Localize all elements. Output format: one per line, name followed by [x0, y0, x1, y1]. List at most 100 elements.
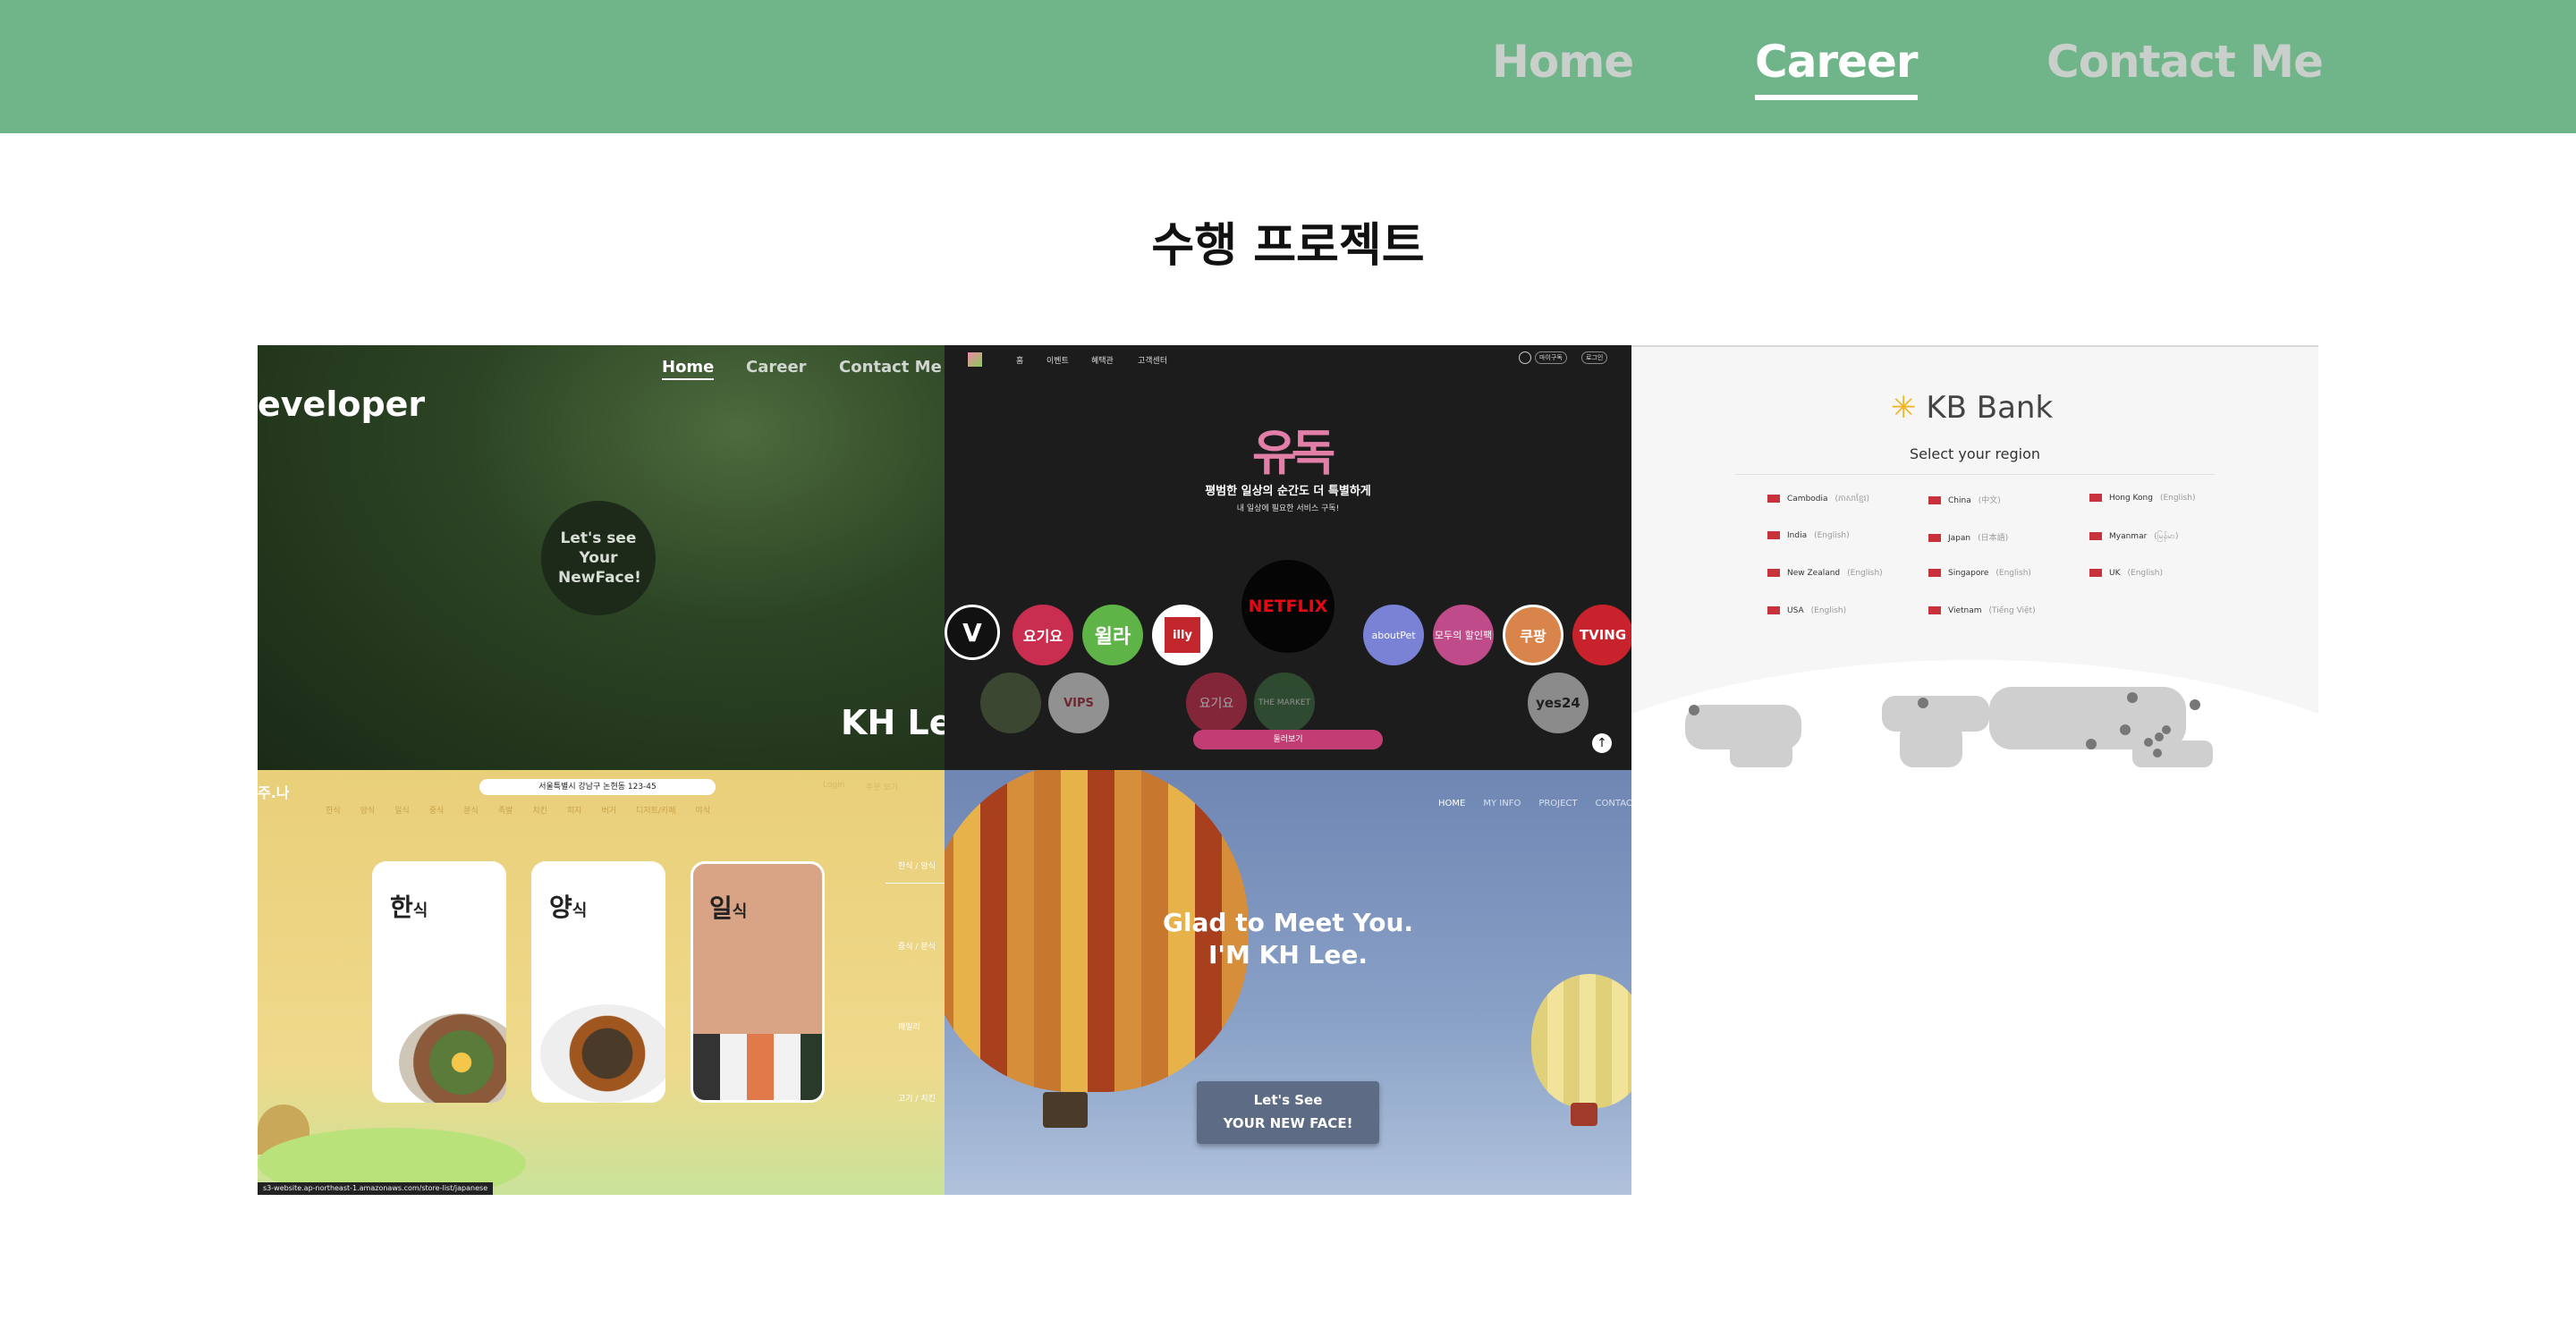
region-item[interactable]: Vietnam (Tiếng Việt): [1928, 606, 2036, 615]
kb-bank-logo: ✳ KB Bank: [1891, 390, 2053, 426]
food-card-title-big: 일: [709, 893, 733, 923]
newface-circle-text: Let's see Your NewFace!: [558, 529, 641, 587]
flag-icon: [1928, 606, 1941, 614]
newface-button-line-1: Let's See: [1253, 1092, 1323, 1108]
balloon-nav-item[interactable]: HOME: [1438, 799, 1465, 808]
hero-line-2: I'M KH Lee.: [1208, 940, 1368, 969]
region-item[interactable]: Japan (日本語): [1928, 531, 2008, 543]
project-card-portfolio-aurora[interactable]: eveloper Home Career Contact Me Let's se…: [258, 345, 945, 770]
nav-contact-me[interactable]: Contact Me: [2046, 36, 2324, 88]
yudok-headline: 평범한 일상의 순간도 더 특별하게: [1205, 485, 1371, 498]
food-side-link: 패밀리: [898, 1023, 920, 1032]
food-category-item[interactable]: 치킨: [532, 804, 547, 816]
balloon-nav-item[interactable]: PROJECT: [1538, 799, 1577, 808]
bibimbap-image: [399, 1013, 506, 1103]
food-category-item[interactable]: 디저트/카페: [636, 804, 675, 816]
browser-status-bar: s3-website.ap-northeast-1.amazonaws.com/…: [258, 1182, 494, 1195]
region-name: Cambodia: [1787, 495, 1828, 504]
project-card-balloon-portfolio[interactable]: HOME MY INFO PROJECT CONTACT Glad to Meet Y…: [945, 770, 1631, 1195]
food-card-title-small: 식: [732, 902, 748, 921]
divider: [1735, 474, 2215, 475]
project-card-yudok[interactable]: 홈 이벤트 혜택관 고객센터 마이구독 로그인 유독 평범한 일상의 순간도 더…: [945, 345, 1631, 770]
flag-icon: [1928, 496, 1941, 504]
kb-select-region: Select your region: [1909, 445, 2041, 462]
region-item[interactable]: Singapore (English): [1928, 569, 2031, 578]
region-name: Japan: [1948, 534, 1971, 543]
newface-button: Let's See YOUR NEW FACE!: [1197, 1081, 1379, 1144]
food-card-title: 한식: [390, 888, 428, 924]
browse-button: 둘러보기: [1193, 730, 1383, 749]
yudok-logo: 유독: [1252, 425, 1335, 481]
food-side-link: 중식 / 분식: [898, 943, 936, 952]
food-card-title-small: 식: [412, 902, 428, 920]
project-brand: eveloper: [258, 385, 426, 424]
brand-circle: V: [945, 605, 1000, 660]
newface-button-line-2: YOUR NEW FACE!: [1223, 1115, 1353, 1131]
food-category-item[interactable]: 야식: [696, 804, 711, 816]
region-item[interactable]: UK (English): [2089, 569, 2163, 578]
yudok-nav-item: 혜택관: [1091, 357, 1114, 366]
food-login-link: Login: [823, 781, 845, 790]
address-bar: 서울특별시 강남구 논현동 123-45: [479, 779, 716, 795]
yudok-mypage-button: 마이구독: [1535, 351, 1567, 364]
region-language: (English): [2159, 494, 2196, 503]
region-language: (ភាសាខ្មែរ): [1835, 495, 1869, 504]
region-item[interactable]: Cambodia (ភាសាខ្មែរ): [1767, 494, 1869, 505]
brand-circle-dim: VIPS: [1048, 673, 1109, 733]
region-language: (မြန်မာ): [2154, 532, 2179, 541]
food-category-item[interactable]: 양식: [360, 804, 376, 816]
region-language: (English): [1847, 569, 1883, 578]
yudok-small-logo-icon: [968, 352, 982, 367]
balloon-nav-item[interactable]: CONTACT: [1596, 799, 1631, 808]
project-nav-contact: Contact Me: [839, 358, 942, 377]
yudok-login-button: 로그인: [1581, 351, 1608, 364]
region-item[interactable]: USA (English): [1767, 606, 1846, 615]
region-item[interactable]: India (English): [1767, 531, 1850, 540]
brand-circle: TVING: [1572, 605, 1631, 665]
food-category-item[interactable]: 족발: [498, 804, 513, 816]
food-card-western: 양식: [531, 861, 665, 1103]
balloon-nav-item[interactable]: MY INFO: [1483, 799, 1521, 808]
project-owner-name: KH Le: [841, 703, 945, 742]
project-card-food-order[interactable]: 주.나 서울특별시 강남구 논현동 123-45 Login 주문 보기 한식 양…: [258, 770, 945, 1195]
yudok-subline: 내 일상에 필요한 서비스 구독!: [1236, 504, 1340, 513]
brand-circle-label: illy: [1165, 617, 1200, 653]
project-nav-career: Career: [746, 358, 807, 377]
region-language: (中文): [1978, 496, 2001, 505]
region-name: Myanmar: [2109, 532, 2148, 541]
food-card-title-big: 양: [549, 893, 572, 922]
brand-circle: illy: [1152, 605, 1213, 665]
food-category-item[interactable]: 버거: [602, 804, 617, 816]
flag-icon: [1928, 534, 1941, 542]
region-language: (English): [1996, 569, 2031, 578]
balloon-basket-small: [1571, 1103, 1597, 1126]
brand-circle: 윌라: [1082, 605, 1143, 665]
food-category-item[interactable]: 중식: [429, 804, 445, 816]
food-category-item[interactable]: 피자: [567, 804, 582, 816]
food-side-link: 고기 / 치킨: [898, 1095, 936, 1104]
food-category-item[interactable]: 분식: [463, 804, 479, 816]
brand-circle-netflix: NETFLIX: [1241, 560, 1335, 653]
kb-star-icon: ✳: [1891, 390, 1917, 426]
region-item[interactable]: Myanmar (မြန်မာ): [2089, 531, 2178, 543]
flag-icon: [2089, 494, 2102, 502]
brand-circle-dim: 요기요: [1186, 673, 1247, 733]
food-order-link: 주문 보기: [866, 783, 898, 792]
balloon-basket: [1043, 1092, 1088, 1128]
sushi-image: [693, 1034, 822, 1100]
flag-icon: [2089, 532, 2102, 540]
region-name: China: [1948, 496, 1971, 505]
food-category-item[interactable]: 한식: [326, 804, 341, 816]
flag-icon: [2089, 569, 2102, 577]
region-language: (English): [2127, 569, 2164, 578]
region-name: Hong Kong: [2109, 494, 2153, 503]
project-card-kb-bank[interactable]: ✳ KB Bank Select your region Cambodia (ភា…: [1631, 345, 2318, 770]
food-category-item[interactable]: 일식: [394, 804, 410, 816]
region-item[interactable]: Hong Kong (English): [2089, 494, 2195, 503]
region-item[interactable]: New Zealand (English): [1767, 569, 1883, 578]
flag-icon: [1767, 495, 1780, 503]
nav-home[interactable]: Home: [1492, 36, 1634, 88]
nav-career[interactable]: Career: [1755, 36, 1919, 100]
region-item[interactable]: China (中文): [1928, 494, 2001, 505]
flag-icon: [1767, 531, 1780, 539]
